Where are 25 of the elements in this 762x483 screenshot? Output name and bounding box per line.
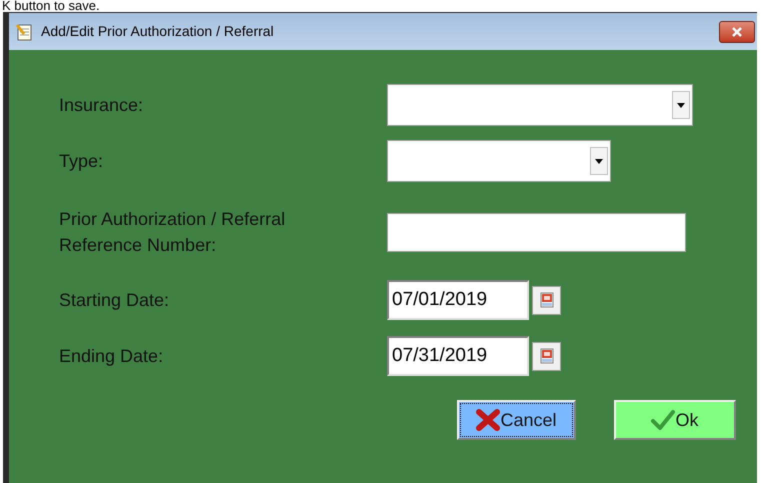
- cancel-button[interactable]: Cancel: [457, 400, 576, 440]
- check-icon: [651, 409, 676, 431]
- calendar-icon: [540, 348, 554, 364]
- close-icon: [731, 26, 743, 36]
- input-field[interactable]: [387, 212, 686, 252]
- dropdown-arrow-icon: [595, 158, 603, 164]
- dropdown-arrow-icon: [677, 102, 685, 108]
- calendar-button[interactable]: [532, 286, 561, 314]
- calendar-icon: [540, 292, 554, 308]
- ok-button[interactable]: Ok: [614, 400, 736, 440]
- close-button[interactable]: [719, 20, 755, 42]
- notepad-icon: [15, 22, 33, 40]
- date-field[interactable]: 07/01/2019: [387, 280, 529, 320]
- calendar-button[interactable]: [532, 342, 561, 370]
- field-label: Insurance:: [59, 94, 144, 117]
- dropdown-field[interactable]: [387, 140, 611, 182]
- field-label: Starting Date:: [59, 289, 170, 312]
- cross-icon: [476, 409, 500, 431]
- dropdown-field[interactable]: [387, 84, 693, 126]
- field-label: Prior Authorization / Referral Reference Number:: [59, 208, 286, 257]
- window-title: Add/Edit Prior Authorization / Referral: [41, 22, 274, 41]
- field-label: Type:: [59, 150, 104, 173]
- date-field[interactable]: 07/31/2019: [387, 336, 529, 376]
- caption-text: K button to save.: [2, 0, 100, 12]
- field-label: Ending Date:: [59, 345, 164, 368]
